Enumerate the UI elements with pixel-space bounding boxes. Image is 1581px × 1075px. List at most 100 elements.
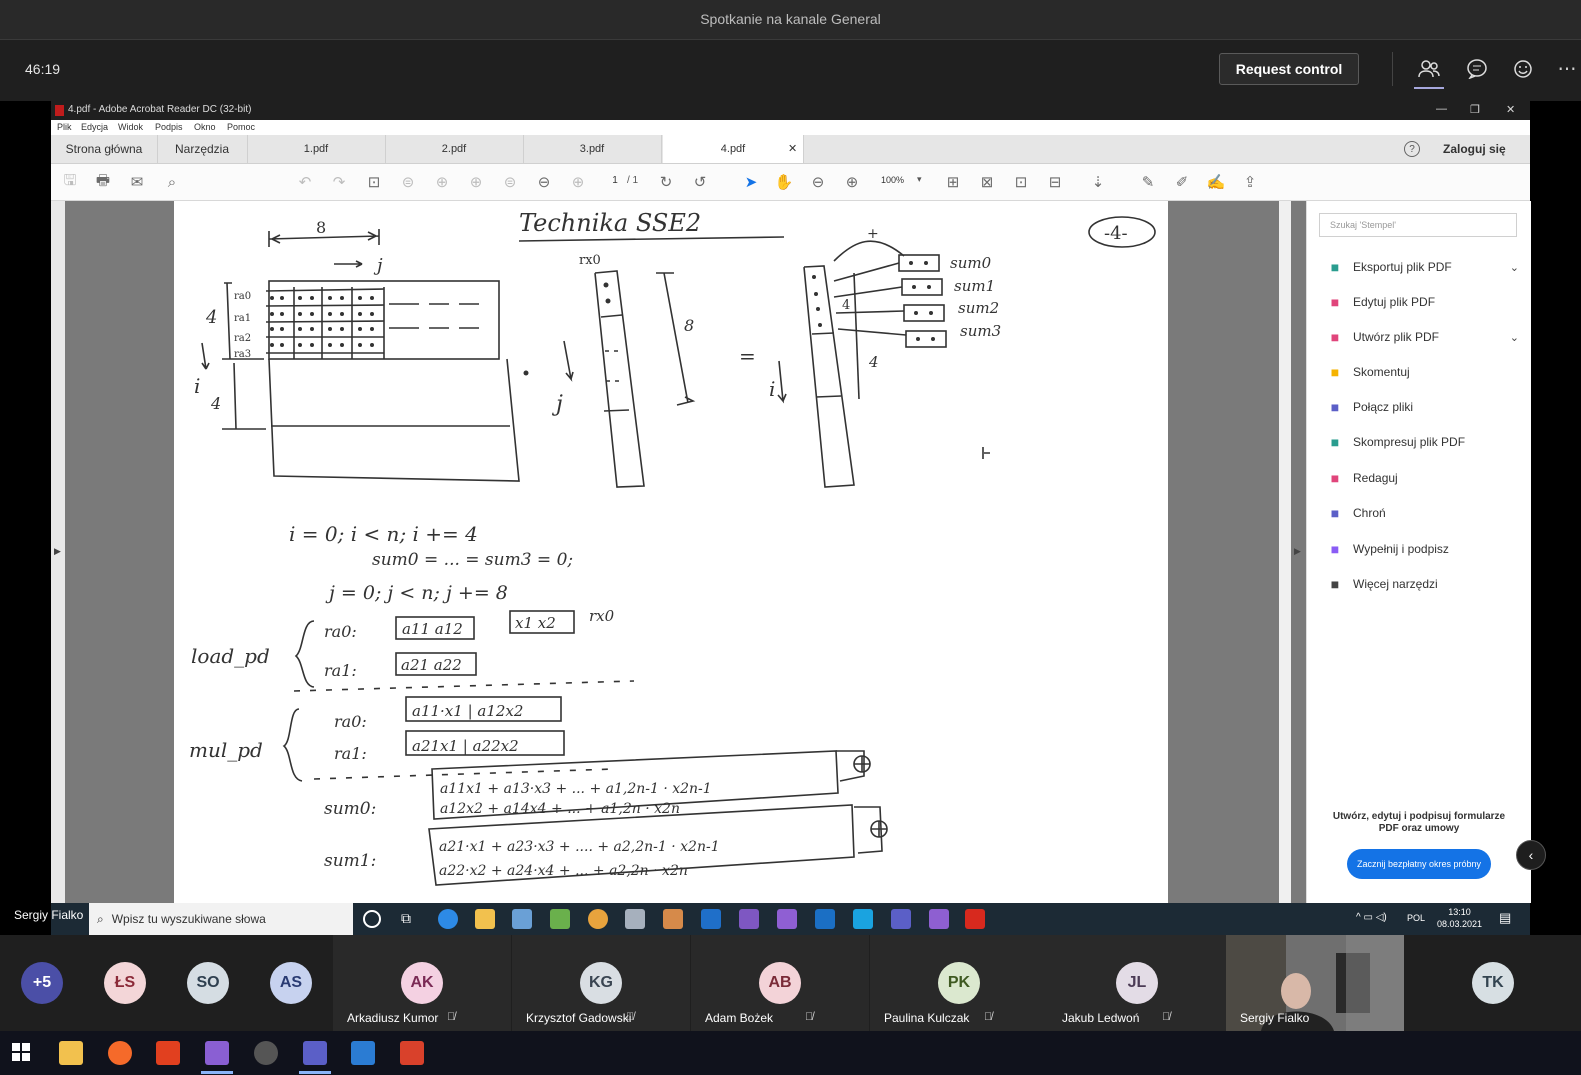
tools-search-input[interactable]: Szukaj 'Stempel' <box>1319 213 1517 237</box>
hand-tool-icon[interactable]: ✋ <box>774 173 794 191</box>
minimize-icon[interactable]: — <box>1436 103 1447 115</box>
ide-icon[interactable] <box>701 909 721 929</box>
forward-icon[interactable]: ⊕ <box>568 173 588 191</box>
visual-studio-taskbar-icon[interactable] <box>205 1041 229 1065</box>
next-page-icon[interactable]: ⊕ <box>466 173 486 191</box>
menu-sign[interactable]: Podpis <box>155 122 183 132</box>
page-number-input[interactable]: 1 <box>603 175 627 189</box>
tool-item[interactable]: ■ Edytuj plik PDF <box>1325 291 1525 313</box>
chrome-icon[interactable] <box>588 909 608 929</box>
office-icon[interactable] <box>156 1041 180 1065</box>
tool-item[interactable]: ■ Chroń <box>1325 502 1525 524</box>
participant-tile[interactable]: KG Krzysztof Gadowski 🎙̸ <box>512 935 690 1031</box>
highlight-icon[interactable]: ✐ <box>1172 173 1192 191</box>
reactions-icon[interactable] <box>1510 55 1538 83</box>
cortana-icon[interactable] <box>363 910 381 928</box>
zoom-in-icon[interactable]: ⊕ <box>842 173 862 191</box>
file-explorer-icon[interactable] <box>59 1041 83 1065</box>
scroll-mode-icon[interactable]: ⇣ <box>1088 173 1108 191</box>
more-icon[interactable]: ⋯ <box>1553 55 1581 83</box>
document-scrollbar[interactable] <box>1279 201 1291 903</box>
close-tab-icon[interactable]: ✕ <box>788 142 797 155</box>
snapshot-icon[interactable]: ⊡ <box>364 173 384 191</box>
acrobat-icon[interactable] <box>965 909 985 929</box>
participant-avatar[interactable]: ŁS <box>104 962 146 1004</box>
restore-icon[interactable]: ❐ <box>1470 103 1480 116</box>
paint-icon[interactable] <box>625 909 645 929</box>
chevron-down-icon[interactable]: ⌄ <box>1510 261 1519 274</box>
menu-edit[interactable]: Edycja <box>81 122 108 132</box>
help-icon[interactable]: ? <box>1404 141 1420 157</box>
rotate-clockwise-icon[interactable]: ↻ <box>656 173 676 191</box>
collapse-panel-icon[interactable]: ‹ <box>1516 840 1546 870</box>
document-area[interactable]: ▶ Technika SSE2 -4- 8 j ra0 ra1 ra2 ra3 … <box>51 201 1306 903</box>
task-view-icon[interactable]: ⧉ <box>401 910 411 927</box>
tab-home[interactable]: Strona główna <box>51 135 158 163</box>
page-display-icon[interactable]: ⊟ <box>1045 173 1065 191</box>
calculator-icon[interactable] <box>512 909 532 929</box>
chat-icon[interactable] <box>1463 55 1491 83</box>
tool-item[interactable]: ■ Skomentuj <box>1325 361 1525 383</box>
explorer-icon[interactable] <box>475 909 495 929</box>
previous-page-icon[interactable]: ⊕ <box>432 173 452 191</box>
participant-tile[interactable]: AK Arkadiusz Kumor 🎙̸ <box>333 935 511 1031</box>
excel-icon[interactable] <box>550 909 570 929</box>
undo-icon[interactable]: ↶ <box>295 173 315 191</box>
participant-avatar[interactable]: AS <box>270 962 312 1004</box>
zoom-level-select[interactable]: 100% <box>881 175 904 185</box>
expand-left-icon[interactable]: ▶ <box>54 546 61 557</box>
taskbar-clock[interactable]: 13:10 08.03.2021 <box>1437 906 1482 930</box>
participant-tile[interactable]: JL Jakub Ledwoń 🎙̸ <box>1048 935 1226 1031</box>
edge-icon[interactable] <box>438 909 458 929</box>
tool-item[interactable]: ■ Redaguj <box>1325 467 1525 489</box>
word-icon[interactable] <box>351 1041 375 1065</box>
overflow-participants[interactable]: +5 <box>21 962 63 1004</box>
tool-item[interactable]: ■ Połącz pliki <box>1325 396 1525 418</box>
search-icon[interactable]: ⌕ <box>162 173 182 191</box>
menu-view[interactable]: Widok <box>118 122 143 132</box>
tab-tools[interactable]: Narzędzia <box>157 135 248 163</box>
outlook-icon[interactable] <box>815 909 835 929</box>
tool-item[interactable]: ■ Eksportuj plik PDF ⌄ <box>1325 256 1525 278</box>
input-language[interactable]: POL <box>1407 913 1425 923</box>
chevron-down-icon[interactable]: ⌄ <box>1510 331 1519 344</box>
games-icon[interactable] <box>663 909 683 929</box>
menu-help[interactable]: Pomoc <box>227 122 255 132</box>
comment-tool-icon[interactable]: ✎ <box>1138 173 1158 191</box>
firefox-icon[interactable] <box>108 1041 132 1065</box>
start-trial-button[interactable]: Zacznij bezpłatny okres próbny <box>1347 849 1491 879</box>
people-icon[interactable] <box>1415 55 1443 83</box>
sign-tool-icon[interactable]: ✍ <box>1206 173 1226 191</box>
visual-studio-icon[interactable] <box>739 909 759 929</box>
zoom-out-icon[interactable]: ⊖ <box>808 173 828 191</box>
share-icon[interactable]: ⇪ <box>1240 173 1260 191</box>
tool-item[interactable]: ■ Utwórz plik PDF ⌄ <box>1325 326 1525 348</box>
mail-icon[interactable]: ✉ <box>127 173 147 191</box>
participant-tile[interactable]: AB Adam Bożek 🎙̸ <box>691 935 869 1031</box>
participant-avatar-tk[interactable]: TK <box>1472 962 1514 1004</box>
tab-2pdf[interactable]: 2.pdf <box>385 135 524 163</box>
teams-icon[interactable] <box>891 909 911 929</box>
fit-width-icon[interactable]: ⊠ <box>977 173 997 191</box>
sign-in-link[interactable]: Zaloguj się <box>1443 142 1506 156</box>
tab-1pdf[interactable]: 1.pdf <box>247 135 386 163</box>
remote-desktop-icon[interactable] <box>254 1041 278 1065</box>
rotate-counter-icon[interactable]: ↺ <box>690 173 710 191</box>
participant-avatar[interactable]: SO <box>187 962 229 1004</box>
full-screen-icon[interactable]: ⊡ <box>1011 173 1031 191</box>
first-page-icon[interactable]: ⊜ <box>398 173 418 191</box>
menu-file[interactable]: Plik <box>57 122 72 132</box>
visual-studio-2-icon[interactable] <box>777 909 797 929</box>
tray-icons[interactable]: ^ ▭ ◁) <box>1356 912 1387 923</box>
save-icon[interactable]: 🖫 <box>60 172 80 191</box>
notification-icon[interactable]: ▤ <box>1499 910 1511 926</box>
redo-icon[interactable]: ↷ <box>329 173 349 191</box>
last-page-icon[interactable]: ⊜ <box>500 173 520 191</box>
print-icon[interactable]: 🖶 <box>93 172 113 191</box>
back-icon[interactable]: ⊖ <box>534 173 554 191</box>
request-control-button[interactable]: Request control <box>1219 53 1359 85</box>
fit-page-icon[interactable]: ⊞ <box>943 173 963 191</box>
windows-start-icon[interactable] <box>12 1043 30 1061</box>
left-panel-toggle[interactable]: ▶ <box>51 201 65 903</box>
tab-4pdf[interactable]: 4.pdf <box>663 135 804 163</box>
